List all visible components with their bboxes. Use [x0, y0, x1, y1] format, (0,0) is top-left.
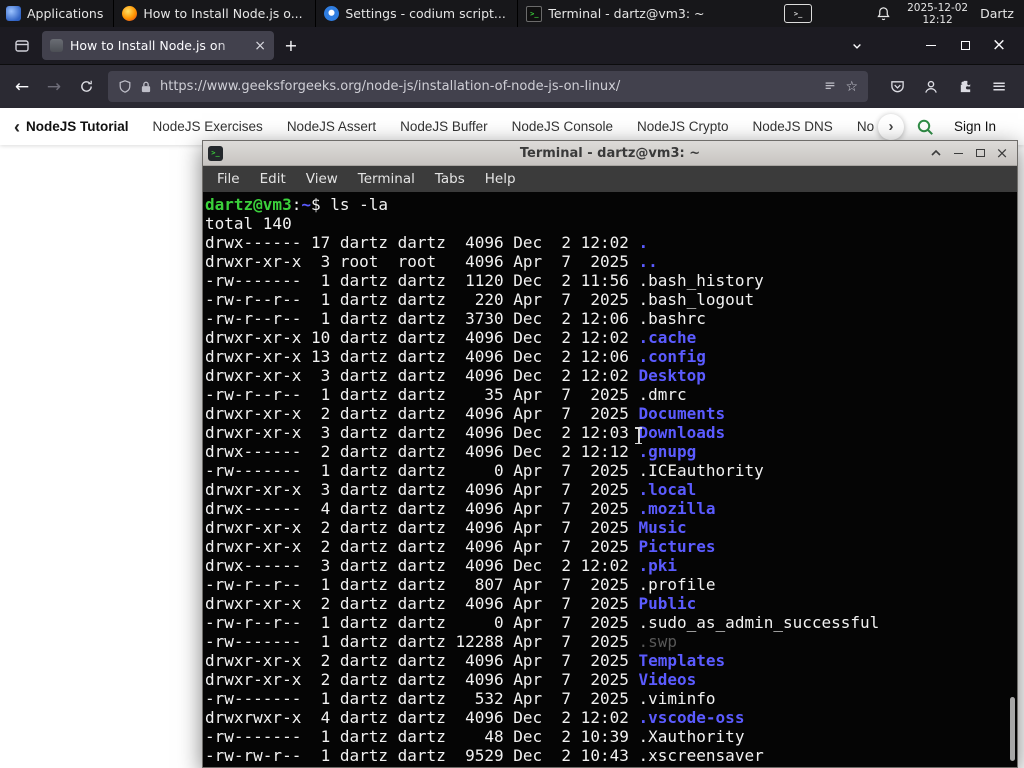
firefox-view-button[interactable] — [8, 33, 36, 59]
nav-link-3[interactable]: NodeJS Buffer — [400, 119, 488, 134]
back-button[interactable]: ← — [6, 72, 38, 102]
terminal-output: dartz@vm3:~$ ls -la total 140 drwx------ 1… — [205, 195, 1017, 765]
sign-in-button[interactable]: Sign In — [954, 119, 996, 134]
terminal-prompt-line: dartz@vm3:~$ ls -la — [205, 195, 389, 214]
user-label: Dartz — [980, 6, 1014, 21]
url-bar[interactable]: https://www.geeksforgeeks.org/node-js/in… — [108, 71, 868, 102]
browser-window-controls: × — [914, 33, 1016, 59]
nav-link-2[interactable]: NodeJS Assert — [287, 119, 376, 134]
terminal-icon: >_ — [526, 5, 543, 22]
taskbar-window-terminal[interactable]: >_ Terminal - dartz@vm3: ~ — [517, 0, 719, 27]
taskbar: Applications How to Install Node.js o...… — [0, 0, 1024, 27]
forward-button[interactable]: → — [38, 72, 70, 102]
menu-item-file[interactable]: File — [207, 171, 250, 187]
pocket-icon[interactable] — [882, 72, 912, 102]
nav-link-7[interactable]: Node — [857, 119, 874, 134]
terminal-titlebar[interactable]: >_ Terminal - dartz@vm3: ~ × — [203, 141, 1017, 166]
browser-minimize-button[interactable] — [914, 33, 948, 59]
browser-close-button[interactable]: × — [982, 33, 1016, 59]
prompt-path: ~ — [301, 195, 311, 214]
clock-time: 12:12 — [922, 13, 953, 26]
menu-item-tabs[interactable]: Tabs — [425, 171, 475, 187]
firefox-icon — [122, 6, 138, 21]
browser-tab-active[interactable]: How to Install Node.js on × — [42, 31, 274, 60]
tab-title: How to Install Node.js on — [70, 38, 226, 53]
prompt-user-host: dartz@vm3 — [205, 195, 292, 214]
browser-maximize-button[interactable] — [948, 33, 982, 59]
terminal-window-controls: × — [925, 143, 1017, 163]
terminal-window-title: Terminal - dartz@vm3: ~ — [519, 145, 701, 161]
browser-tab-bar: How to Install Node.js on × + × — [0, 27, 1024, 64]
terminal-maximize-button[interactable] — [969, 143, 991, 163]
nav-link-4[interactable]: NodeJS Console — [512, 119, 613, 134]
settings-icon — [324, 6, 340, 21]
menu-item-edit[interactable]: Edit — [250, 171, 296, 187]
tab-close-icon[interactable]: × — [254, 39, 266, 53]
nav-link-5[interactable]: NodeJS Crypto — [637, 119, 729, 134]
tray-display-icon[interactable]: >_ — [784, 4, 813, 23]
nav-next-button[interactable]: › — [877, 113, 904, 140]
taskbar-window-title: Terminal - dartz@vm3: ~ — [548, 6, 705, 21]
menu-item-terminal[interactable]: Terminal — [348, 171, 425, 187]
terminal-total-line: total 140 — [205, 214, 292, 233]
terminal-minimize-button[interactable] — [947, 143, 969, 163]
menu-item-help[interactable]: Help — [475, 171, 526, 187]
extensions-icon[interactable] — [950, 72, 980, 102]
tab-favicon — [50, 39, 63, 52]
toolbar-right-icons: ≡ — [882, 72, 1014, 102]
nav-link-primary[interactable]: NodeJS Tutorial — [26, 119, 129, 134]
clock[interactable]: 2025-12-02 12:12 — [907, 2, 968, 26]
terminal-shade-button[interactable] — [925, 143, 947, 163]
menu-icon[interactable]: ≡ — [984, 72, 1014, 102]
prompt-command: ls -la — [320, 195, 389, 214]
terminal-menubar: File Edit View Terminal Tabs Help — [203, 166, 1017, 192]
menu-item-view[interactable]: View — [296, 171, 348, 187]
terminal-body[interactable]: dartz@vm3:~$ ls -la total 140 drwx------ 1… — [203, 192, 1017, 767]
taskbar-window-title: How to Install Node.js o... — [143, 6, 303, 21]
clock-date: 2025-12-02 — [907, 1, 969, 14]
terminal-rows: drwx------ 17 dartz dartz 4096 Dec 2 12:… — [205, 233, 880, 765]
terminal-close-button[interactable]: × — [991, 143, 1013, 163]
shield-icon[interactable] — [118, 79, 132, 94]
page-subnav-links: NodeJS Exercises NodeJS Assert NodeJS Bu… — [153, 119, 874, 134]
new-tab-button[interactable]: + — [278, 33, 304, 59]
nav-link-1[interactable]: NodeJS Exercises — [153, 119, 263, 134]
nav-chevron-left-icon[interactable]: ‹ — [14, 118, 20, 136]
reader-view-icon[interactable] — [823, 80, 837, 94]
browser-toolbar: ← → https://www.geeksforgeeks.org/node-j… — [0, 64, 1024, 108]
applications-icon — [6, 6, 21, 21]
bookmark-star-icon[interactable]: ☆ — [845, 80, 858, 94]
taskbar-window-settings[interactable]: Settings - codium script... — [315, 0, 517, 27]
notification-bell-icon[interactable] — [876, 6, 891, 21]
taskbar-window-firefox[interactable]: How to Install Node.js o... — [113, 0, 315, 27]
desktop: Applications How to Install Node.js o...… — [0, 0, 1024, 768]
account-icon[interactable] — [916, 72, 946, 102]
applications-label: Applications — [27, 6, 104, 21]
terminal-scrollbar[interactable] — [1010, 697, 1015, 761]
search-icon[interactable] — [916, 118, 934, 136]
taskbar-window-title: Settings - codium script... — [345, 6, 506, 21]
nav-link-6[interactable]: NodeJS DNS — [753, 119, 833, 134]
applications-menu[interactable]: Applications — [0, 0, 113, 27]
url-text[interactable]: https://www.geeksforgeeks.org/node-js/in… — [160, 79, 815, 94]
lock-icon[interactable] — [140, 80, 152, 94]
reload-button[interactable] — [70, 72, 102, 102]
list-all-tabs-icon[interactable] — [844, 33, 870, 59]
terminal-window: >_ Terminal - dartz@vm3: ~ × File Edit V… — [202, 140, 1018, 768]
terminal-window-icon: >_ — [208, 145, 223, 161]
